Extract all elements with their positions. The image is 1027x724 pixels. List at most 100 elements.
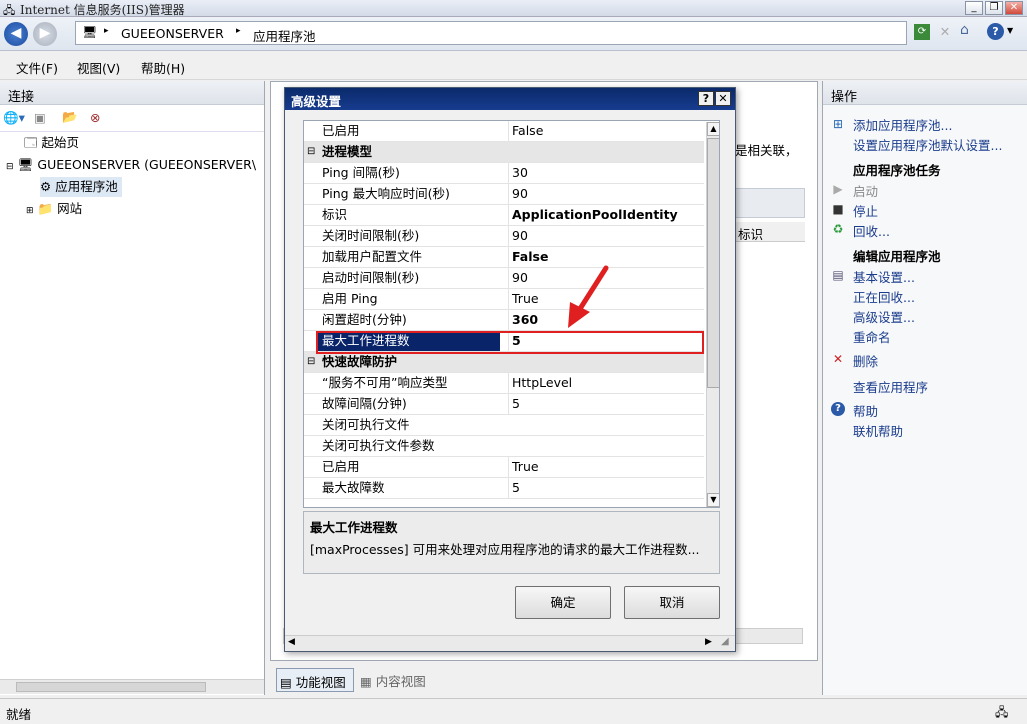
chevron-right-icon: ▸ [104, 26, 109, 36]
property-row[interactable]: 启用 Ping True [304, 289, 704, 310]
property-category[interactable]: ⊟ 进程模型 [304, 142, 704, 163]
property-row[interactable]: 故障间隔(分钟) 5 [304, 394, 704, 415]
property-row[interactable]: “服务不可用”响应类型 HttpLevel [304, 373, 704, 394]
tree-item-server[interactable]: ⊟ 🖥 GUEEONSERVER (GUEEONSERVER\ [6, 155, 256, 175]
breadcrumb[interactable]: 🖥 ▸ GUEEONSERVER ▸ 应用程序池 [75, 21, 907, 45]
menu-view[interactable]: 视图(V) [77, 58, 120, 77]
property-value[interactable]: HttpLevel [508, 373, 704, 393]
menu-file[interactable]: 文件(F) [16, 58, 58, 77]
property-value[interactable]: False [508, 121, 704, 141]
property-name: 关闭可执行文件 [322, 417, 410, 432]
property-row[interactable]: 加载用户配置文件 False [304, 247, 704, 268]
highlight-box [316, 331, 704, 354]
action-stop[interactable]: 停止 [853, 201, 878, 220]
property-row[interactable]: 标识 ApplicationPoolIdentity [304, 205, 704, 226]
property-value[interactable]: 90 [508, 184, 704, 204]
action-rename[interactable]: 重命名 [853, 327, 891, 346]
action-help[interactable]: 帮助 [853, 401, 878, 420]
disconnect-icon[interactable]: ⊗ [90, 110, 100, 125]
home-icon[interactable]: ⌂ [960, 22, 969, 38]
dialog-help-button[interactable]: ? [698, 91, 714, 106]
scroll-left-icon[interactable]: ◀ [288, 637, 295, 647]
group-by-box[interactable] [735, 188, 805, 218]
property-row[interactable]: Ping 最大响应时间(秒) 90 [304, 184, 704, 205]
tab-content-view[interactable]: ▦ 内容视图 [360, 671, 426, 690]
property-name: 快速故障防护 [322, 354, 398, 369]
action-basic-settings[interactable]: 基本设置... [853, 267, 915, 286]
property-row[interactable]: Ping 间隔(秒) 30 [304, 163, 704, 184]
property-value[interactable]: True [508, 457, 704, 477]
collapse-icon[interactable]: ⊟ [307, 142, 315, 162]
property-row[interactable]: 关闭时间限制(秒) 90 [304, 226, 704, 247]
server-icon: 🖥 [82, 25, 98, 39]
feature-view-icon: ▤ [280, 675, 292, 690]
scroll-up-icon[interactable]: ▲ [707, 122, 719, 136]
action-online-help[interactable]: 联机帮助 [853, 421, 903, 440]
action-recycling[interactable]: 正在回收... [853, 287, 915, 306]
minimize-button[interactable]: _ [965, 1, 983, 15]
action-advanced-settings[interactable]: 高级设置... [853, 307, 915, 326]
cancel-button[interactable]: 取消 [624, 586, 720, 619]
action-add-pool[interactable]: 添加应用程序池... [853, 115, 952, 134]
dialog-scrollbar[interactable]: ◀ ▶ ◢ [285, 635, 735, 651]
connections-title: 连接 [0, 81, 264, 105]
action-recycle[interactable]: 回收... [853, 221, 890, 240]
dialog-close-button[interactable]: ✕ [715, 91, 731, 106]
property-row[interactable]: 启动时间限制(秒) 90 [304, 268, 704, 289]
up-folder-icon[interactable]: 📂 [62, 109, 78, 125]
forward-button[interactable]: ▶ [33, 22, 57, 46]
breadcrumb-server[interactable]: GUEEONSERVER [121, 26, 224, 41]
tree-item-start[interactable]: 🗔 起始页 [24, 133, 79, 153]
property-row[interactable]: 最大故障数 5 [304, 478, 704, 499]
collapse-icon[interactable]: ⊟ [307, 352, 315, 372]
property-row[interactable]: 关闭可执行文件 [304, 415, 704, 436]
property-value[interactable]: ApplicationPoolIdentity [508, 205, 704, 225]
ok-button[interactable]: 确定 [515, 586, 611, 619]
tab-feature-view[interactable]: ▤ 功能视图 [276, 668, 354, 692]
connect-icon[interactable]: 🌐▾ [3, 110, 25, 126]
property-value[interactable]: 5 [508, 478, 704, 498]
property-name: 启用 Ping [322, 291, 378, 306]
scroll-thumb[interactable] [16, 682, 206, 692]
breadcrumb-page[interactable]: 应用程序池 [253, 26, 316, 45]
save-icon[interactable]: ▣ [34, 110, 46, 125]
property-row[interactable]: 闲置超时(分钟) 360 [304, 310, 704, 331]
property-category[interactable]: ⊟ 快速故障防护 [304, 352, 704, 373]
property-name: 已启用 [322, 123, 360, 138]
property-value[interactable]: 30 [508, 163, 704, 183]
scroll-down-icon[interactable]: ▼ [707, 493, 719, 507]
property-grid: 已启用 False ⊟ 进程模型 Ping 间隔(秒) 30 Ping 最大响应时间(秒) 9… [303, 120, 720, 508]
scroll-right-icon[interactable]: ▶ [705, 637, 712, 647]
property-row[interactable]: 已启用 True [304, 457, 704, 478]
sites-folder-icon: 📁 [37, 201, 54, 216]
action-delete[interactable]: 删除 [853, 351, 878, 370]
refresh-icon[interactable]: ⟳ [914, 24, 930, 40]
scroll-thumb[interactable] [707, 138, 719, 388]
property-row[interactable]: 已启用 False [304, 121, 704, 142]
window-title: Internet 信息服务(IIS)管理器 [20, 3, 185, 17]
chevron-down-icon[interactable]: ▼ [1007, 26, 1013, 35]
property-row[interactable]: 关闭可执行文件参数 [304, 436, 704, 457]
menu-help[interactable]: 帮助(H) [141, 58, 185, 77]
maximize-button[interactable]: ❐ [985, 1, 1003, 15]
stop-icon[interactable]: ✕ [937, 24, 953, 40]
action-start[interactable]: 启动 [853, 181, 878, 200]
description-text: [maxProcesses] 可用来处理对应用程序池的请求的最大工作进程数... [310, 542, 700, 557]
back-button[interactable]: ◀ [4, 22, 28, 46]
resize-grip-icon[interactable]: ◢ [721, 636, 729, 647]
dialog-titlebar: 高级设置 ? ✕ [285, 88, 735, 110]
menu-bar: 文件(F) 视图(V) 帮助(H) [0, 52, 1027, 80]
property-value[interactable]: 5 [508, 394, 704, 414]
help-icon[interactable]: ? [987, 23, 1004, 40]
expand-icon[interactable]: ⊞ [26, 206, 34, 216]
close-button[interactable]: ✕ [1005, 1, 1023, 15]
collapse-icon[interactable]: ⊟ [6, 162, 14, 172]
tree-item-apppools[interactable]: ⚙ 应用程序池 [40, 177, 122, 197]
tree-item-sites[interactable]: ⊞ 📁 网站 [26, 199, 82, 219]
action-set-defaults[interactable]: 设置应用程序池默认设置... [853, 135, 1002, 154]
action-view-apps[interactable]: 查看应用程序 [853, 377, 928, 396]
horizontal-scrollbar[interactable] [0, 679, 264, 694]
column-header[interactable]: 标识 [735, 222, 805, 242]
property-value[interactable]: 90 [508, 226, 704, 246]
vertical-scrollbar[interactable]: ▲ ▼ [706, 122, 719, 507]
